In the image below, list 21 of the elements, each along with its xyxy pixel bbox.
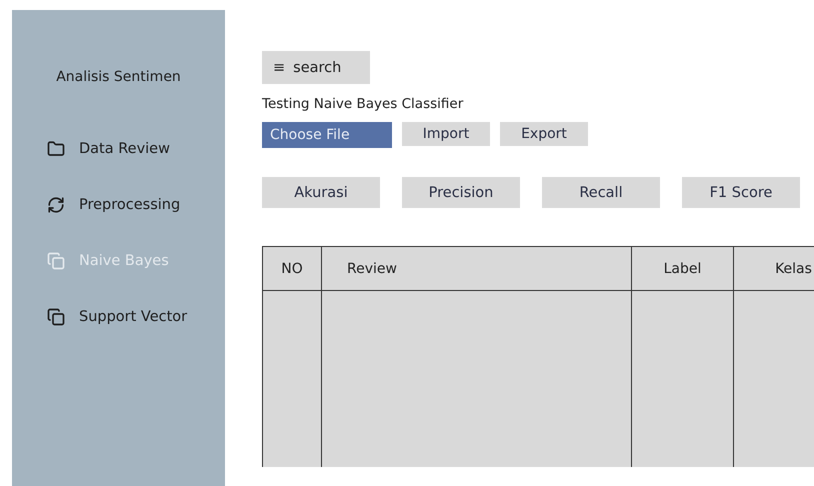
metric-button[interactable]: F1 Score [682,177,800,208]
column-header: Kelas [734,247,814,291]
sidebar-item[interactable]: Support Vector [47,301,225,333]
metric-button[interactable]: Precision [402,177,520,208]
refresh-icon [47,196,65,214]
copy-icon [47,252,65,270]
sidebar-item[interactable]: Preprocessing [47,189,225,221]
sidebar-item[interactable]: Data Review [47,133,225,165]
page-heading: Testing Naive Bayes Classifier [262,96,464,112]
copy-icon [47,308,65,326]
app-title: Analisis Sentimen [56,69,181,85]
choose-file-button[interactable]: Choose File [262,122,392,148]
folder-icon [47,140,65,158]
action-button[interactable]: Export [500,122,588,146]
column-header: Review [322,247,632,291]
search-field[interactable]: ≡ search [262,51,370,84]
metric-button[interactable]: Akurasi [262,177,380,208]
action-button[interactable]: Import [402,122,490,146]
metric-button[interactable]: Recall [542,177,660,208]
column-header: Label [632,247,734,291]
column-header: NO [263,247,322,291]
